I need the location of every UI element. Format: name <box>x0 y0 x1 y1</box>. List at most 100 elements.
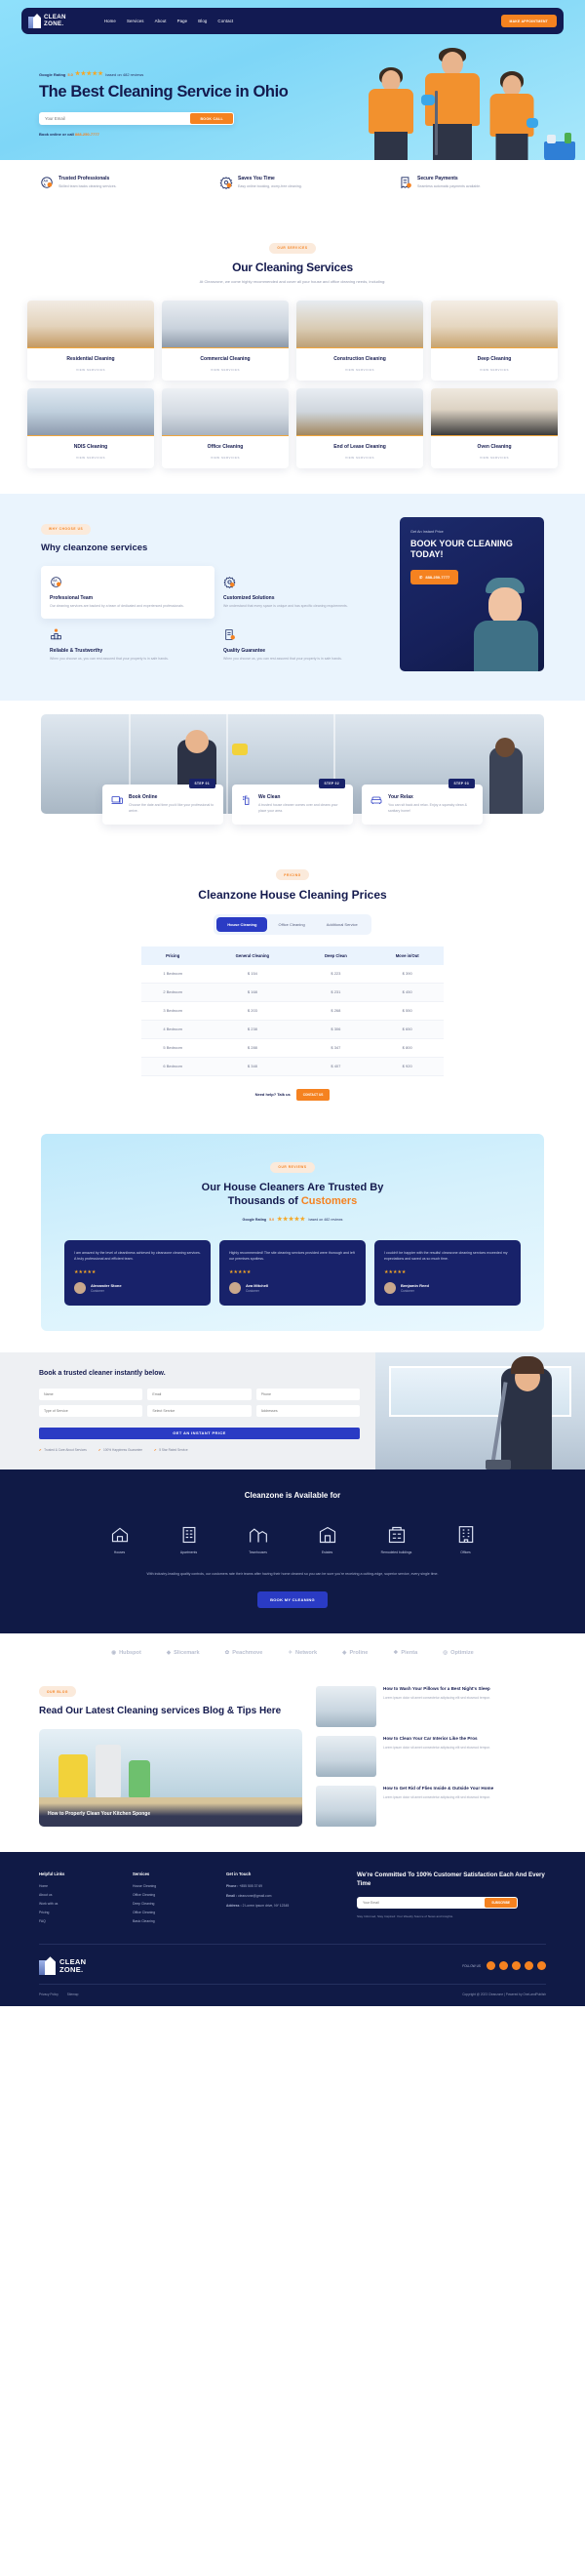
contact-us-button[interactable]: CONTACT US <box>295 1088 331 1101</box>
table-row: 6 Bedroom $ 348 $ 407 $ 920 <box>141 1057 444 1076</box>
service-thumbnail <box>431 301 558 348</box>
nav-item-page[interactable]: Page <box>177 19 188 23</box>
footer-link[interactable]: Office Cleaning <box>133 1893 209 1897</box>
booking-name-input[interactable] <box>39 1389 143 1401</box>
nav-item-blog[interactable]: Blog <box>198 19 207 23</box>
booking-service-type-select[interactable] <box>39 1405 143 1418</box>
service-card-ndis-cleaning[interactable]: NDIS Cleaning VIEW SERVICES <box>27 388 154 468</box>
booking-address-input[interactable] <box>255 1405 360 1418</box>
testimonial-text: I am amazed by the level of cleanliness … <box>74 1251 201 1261</box>
hero-cleaning-bucket <box>544 133 575 160</box>
booking-title: Book a trusted cleaner instantly below. <box>39 1370 166 1378</box>
footer-link[interactable]: Work with us <box>39 1902 115 1906</box>
booking-phone-input[interactable] <box>255 1389 360 1401</box>
service-view-link[interactable]: VIEW SERVICES <box>431 456 558 460</box>
why-item-desc: When you choose us, you can rest assured… <box>223 657 342 662</box>
facebook-icon[interactable] <box>487 1961 495 1971</box>
service-view-link[interactable]: VIEW SERVICES <box>27 456 154 460</box>
footer-link[interactable]: Home <box>39 1884 115 1888</box>
availability-note: With industry-leading quality controls, … <box>146 1572 439 1577</box>
availability-label: Offices <box>460 1550 471 1555</box>
main-navbar: CLEAN ZONE. Home Services About Page Blo… <box>21 8 564 34</box>
twitter-icon[interactable] <box>499 1961 508 1971</box>
feature-title: Trusted Professionals <box>58 176 110 181</box>
service-view-link[interactable]: VIEW SERVICES <box>162 368 289 372</box>
hero-book-call-button[interactable]: BOOK CALL <box>190 113 233 124</box>
service-card-oven-cleaning[interactable]: Oven Cleaning VIEW SERVICES <box>431 388 558 468</box>
service-view-link[interactable]: VIEW SERVICES <box>431 368 558 372</box>
promo-phone-button[interactable]: ✆ 888-250-7777 <box>410 570 459 584</box>
footer-link[interactable]: FAQ <box>39 1919 115 1923</box>
service-card-commercial-cleaning[interactable]: Commercial Cleaning VIEW SERVICES <box>162 301 289 381</box>
townhouse-icon <box>236 1519 281 1545</box>
footer-services-links: Services House Cleaning Office Cleaning … <box>133 1872 209 1928</box>
tab-house-cleaning[interactable]: House Cleaning <box>216 916 268 932</box>
footer-col-title: Helpful Links <box>39 1872 65 1877</box>
service-thumbnail <box>162 301 289 348</box>
footer-link[interactable]: Office Cleaning <box>133 1911 209 1914</box>
cell-deep: $ 347 <box>300 1038 371 1058</box>
booking-submit-button[interactable]: GET AN INSTANT PRICE <box>39 1427 360 1439</box>
service-card-end-of-lease-cleaning[interactable]: End of Lease Cleaning VIEW SERVICES <box>296 388 423 468</box>
cell-room: 6 Bedroom <box>141 1057 205 1076</box>
hero-phone-link[interactable]: 888-250-7777 <box>75 132 99 137</box>
newsletter-subscribe-button[interactable]: SUBSCRIBE <box>485 1898 517 1909</box>
brand-name: Proline <box>349 1649 369 1656</box>
services-section: OUR SERVICES Our Cleaning Services At Cl… <box>0 209 585 494</box>
nav-item-contact[interactable]: Contact <box>217 19 233 23</box>
linkedin-icon[interactable] <box>525 1961 533 1971</box>
nav-item-about[interactable]: About <box>155 19 167 23</box>
services-header: OUR SERVICES Our Cleaning Services At Cl… <box>0 236 585 285</box>
hero-email-input[interactable] <box>45 116 191 121</box>
brand-glyph: ◎ <box>443 1649 448 1656</box>
logo[interactable]: CLEAN ZONE. <box>28 14 66 28</box>
need-help-row: Need help? Talk us CONTACT US <box>255 1088 331 1101</box>
nav-item-services[interactable]: Services <box>127 19 144 23</box>
book-my-cleaning-button[interactable]: BOOK MY CLEANING <box>257 1590 328 1608</box>
footer-privacy-policy-link[interactable]: Privacy Policy <box>39 1992 58 1996</box>
instagram-icon[interactable] <box>512 1961 521 1971</box>
step-title: We Clean <box>258 794 281 801</box>
footer-link[interactable]: Pricing <box>39 1911 115 1914</box>
make-appointment-button[interactable]: MAKE APPOINTMENT <box>500 15 557 27</box>
service-view-link[interactable]: VIEW SERVICES <box>296 456 423 460</box>
tab-additional-service[interactable]: Additional Service <box>316 917 369 932</box>
blog-post-desc: Lorem ipsum dolor sit amet consectetur a… <box>383 1795 490 1800</box>
service-view-link[interactable]: VIEW SERVICES <box>27 368 154 372</box>
service-view-link[interactable]: VIEW SERVICES <box>296 368 423 372</box>
youtube-icon[interactable] <box>537 1961 546 1971</box>
promo-title: BOOK YOUR CLEANING TODAY! <box>410 539 513 559</box>
services-card-grid: Residential Cleaning VIEW SERVICES Comme… <box>15 301 570 468</box>
blog-post-item[interactable]: How to Wash Your Pillows for a Best Nigh… <box>316 1685 546 1727</box>
footer-link[interactable]: About us <box>39 1893 115 1897</box>
why-pill: WHY CHOOSE US <box>41 523 92 535</box>
footer-sitemap-link[interactable]: Sitemap <box>67 1992 79 1996</box>
blog-post-item[interactable]: How to Get Rid of Flies Inside & Outside… <box>316 1785 546 1827</box>
why-content: WHY CHOOSE US Why cleanzone services AA A… <box>41 517 388 671</box>
footer-phone-value[interactable]: +855 505 37 69 <box>239 1884 262 1888</box>
footer-email-value[interactable]: cleanzone@gmail.com <box>238 1894 271 1898</box>
service-view-link[interactable]: VIEW SERVICES <box>162 456 289 460</box>
tab-office-cleaning[interactable]: Office Cleaning <box>267 917 315 932</box>
service-card-residential-cleaning[interactable]: Residential Cleaning VIEW SERVICES <box>27 301 154 381</box>
footer-link[interactable]: House Cleaning <box>133 1884 209 1888</box>
service-card-construction-cleaning[interactable]: Construction Cleaning VIEW SERVICES <box>296 301 423 381</box>
blog-post-item[interactable]: How to Clean Your Car Interior Like the … <box>316 1735 546 1777</box>
footer-link[interactable]: Basic Cleaning <box>133 1919 209 1923</box>
newsletter-email-input[interactable] <box>363 1901 486 1906</box>
service-thumbnail <box>296 301 423 348</box>
nav-item-home[interactable]: Home <box>104 19 116 23</box>
testimonial-card: I couldn't be happier with the results! … <box>374 1240 521 1307</box>
blog-feature-card[interactable]: How to Properly Clean Your Kitchen Spong… <box>39 1729 302 1828</box>
service-card-deep-cleaning[interactable]: Deep Cleaning VIEW SERVICES <box>431 301 558 381</box>
booking-select-service-input[interactable] <box>147 1405 252 1418</box>
service-card-office-cleaning[interactable]: Office Cleaning VIEW SERVICES <box>162 388 289 468</box>
testimonials-title-highlight: Customers <box>300 1195 358 1208</box>
cell-move: $ 390 <box>370 964 444 984</box>
service-thumbnail <box>162 388 289 436</box>
footer-link[interactable]: Deep Cleaning <box>133 1902 209 1906</box>
booking-email-input[interactable] <box>147 1389 252 1401</box>
footer-logo[interactable]: CLEAN ZONE. <box>39 1956 86 1976</box>
follow-us-label: FOLLOW US <box>462 1963 481 1968</box>
footer-logo-line-2: ZONE. <box>59 1964 84 1974</box>
